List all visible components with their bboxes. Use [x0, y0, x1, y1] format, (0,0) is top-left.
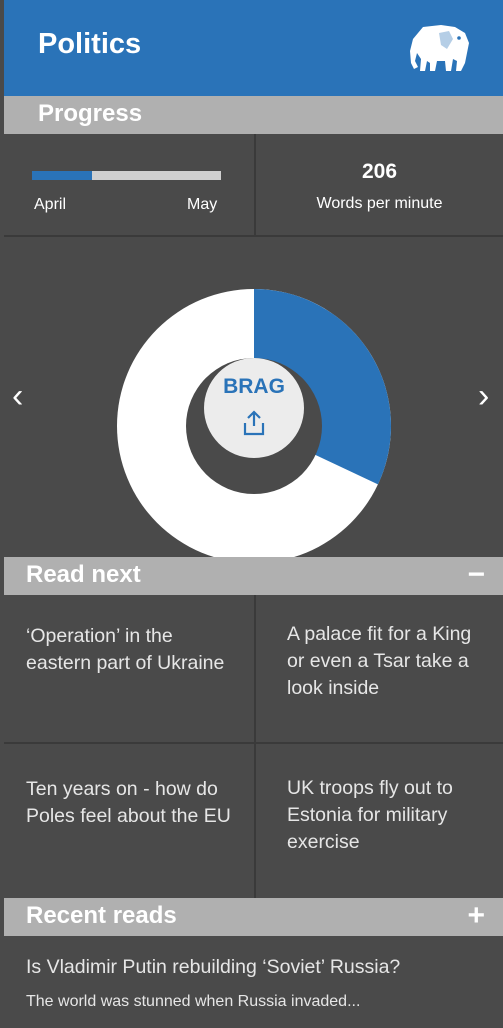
- share-icon: [243, 410, 265, 436]
- expand-recent-reads-button[interactable]: +: [467, 900, 485, 932]
- progress-stats: April May 206 Words per minute: [4, 134, 503, 237]
- recent-read-title[interactable]: Is Vladimir Putin rebuilding ‘Soviet’ Ru…: [26, 956, 400, 979]
- collapse-read-next-button[interactable]: −: [467, 559, 485, 591]
- app-header: Politics: [4, 0, 503, 96]
- read-next-article[interactable]: UK troops fly out to Estonia for militar…: [256, 775, 503, 856]
- month-start-label: April: [34, 196, 67, 213]
- brag-button[interactable]: BRAG: [204, 358, 304, 458]
- read-next-label: Read next: [26, 561, 141, 588]
- read-next-article[interactable]: ‘Operation’ in the eastern part of Ukrai…: [4, 623, 254, 677]
- grid-divider-horizontal: [4, 742, 503, 744]
- chevron-left-icon[interactable]: ‹: [12, 379, 23, 413]
- progress-section-label: Progress: [38, 100, 143, 127]
- read-next-article[interactable]: A palace fit for a King or even a Tsar t…: [256, 621, 503, 702]
- month-progress-bar: [32, 171, 221, 180]
- wpm-value: 206: [361, 160, 398, 183]
- read-next-grid: ‘Operation’ in the eastern part of Ukrai…: [4, 595, 503, 898]
- read-next-article[interactable]: Ten years on - how do Poles feel about t…: [4, 776, 254, 830]
- recent-read-snippet: The world was stunned when Russia invade…: [26, 993, 361, 1010]
- chevron-right-icon[interactable]: ›: [478, 379, 489, 413]
- brag-label: BRAG: [223, 375, 285, 398]
- page-title: Politics: [38, 28, 142, 60]
- month-end-label: May: [187, 196, 218, 213]
- stats-divider: [254, 134, 256, 237]
- recent-reads-label: Recent reads: [26, 902, 177, 929]
- elephant-icon[interactable]: [409, 23, 471, 73]
- progress-section-header: Progress: [4, 96, 503, 134]
- recent-reads-section-header: Recent reads +: [4, 898, 503, 936]
- app-frame: Politics Progress April May 206 Words pe…: [4, 0, 503, 1028]
- month-progress-fill: [32, 171, 93, 180]
- recent-read-item[interactable]: Is Vladimir Putin rebuilding ‘Soviet’ Ru…: [4, 936, 503, 1028]
- progress-chart-area: ‹ BRAG ›: [4, 239, 503, 563]
- wpm-label: Words per minute: [316, 195, 443, 212]
- read-next-section-header: Read next −: [4, 557, 503, 595]
